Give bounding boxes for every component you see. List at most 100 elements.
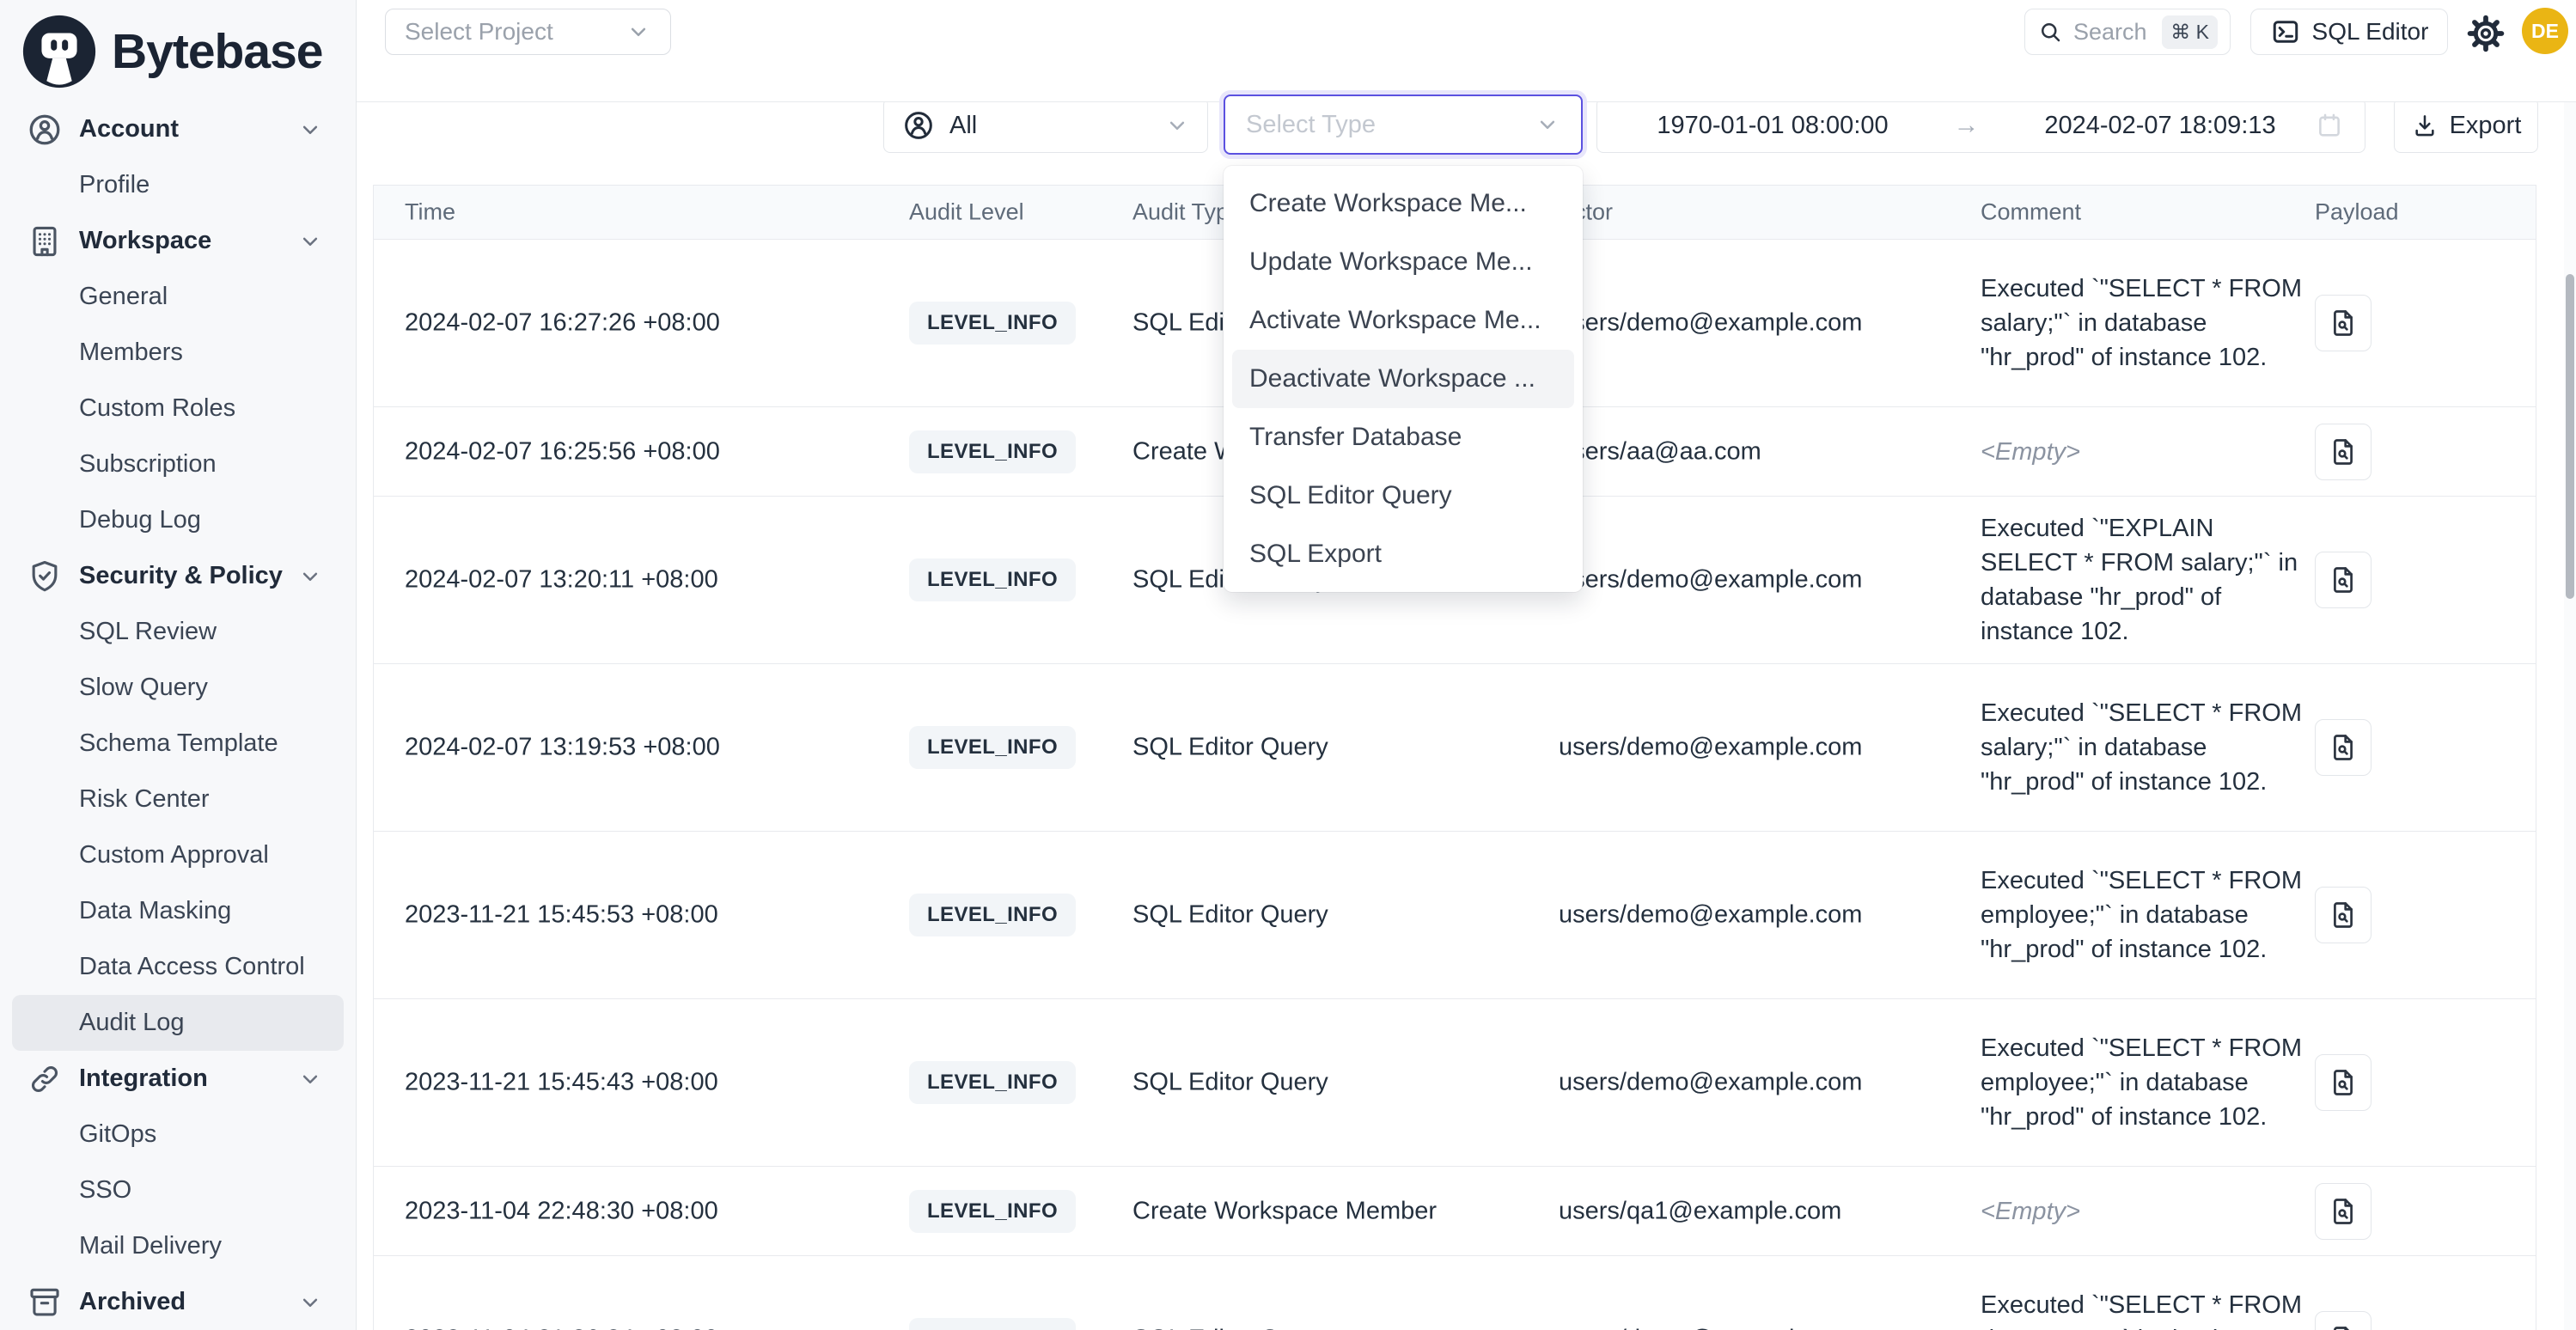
sidebar-item-general[interactable]: General [0,269,356,325]
sidebar-item-label: Debug Log [79,506,201,534]
view-payload-button[interactable] [2315,1311,2372,1330]
table-row: 2023-11-04 21:26:34 +08:00LEVEL_INFOSQL … [374,1256,2536,1330]
type-menu-item-deactivate-workspace[interactable]: Deactivate Workspace ... [1232,350,1574,408]
sidebar-item-slow-query[interactable]: Slow Query [0,660,356,716]
type-menu-item-create-workspace-me[interactable]: Create Workspace Me... [1232,174,1574,233]
download-icon [2411,112,2439,139]
cell-comment: Executed `"SELECT * FROM salary;"` in da… [1981,696,2311,799]
cell-audit-level: LEVEL_INFO [909,726,1115,769]
building-icon [26,223,64,260]
type-filter-select[interactable]: Select Type [1224,95,1583,155]
audit-level-badge: LEVEL_INFO [909,302,1076,345]
cell-actor: users/aa@aa.com [1559,437,1963,466]
cell-audit-level: LEVEL_INFO [909,430,1115,473]
sidebar-item-schema-template[interactable]: Schema Template [0,716,356,772]
sidebar-item-members[interactable]: Members [0,325,356,381]
vertical-scrollbar-thumb[interactable] [2566,274,2574,599]
sidebar-item-mail-delivery[interactable]: Mail Delivery [0,1218,356,1274]
view-payload-button[interactable] [2315,887,2372,943]
chevron-down-icon [297,564,323,589]
sidebar-item-integration[interactable]: Integration [0,1051,356,1107]
cell-audit-level: LEVEL_INFO [909,558,1115,601]
cell-time: 2024-02-07 16:25:56 +08:00 [405,437,869,466]
sidebar-item-data-access-control[interactable]: Data Access Control [0,939,356,995]
type-menu-item-transfer-database[interactable]: Transfer Database [1232,408,1574,467]
user-avatar[interactable]: DE [2522,8,2568,54]
sidebar-item-archived[interactable]: Archived [0,1274,356,1330]
sidebar-item-label: Data Masking [79,897,231,925]
view-payload-button[interactable] [2315,1054,2372,1111]
search-input[interactable]: Search ⌘ K [2024,9,2231,55]
sidebar-item-risk-center[interactable]: Risk Center [0,772,356,827]
view-payload-button[interactable] [2315,1183,2372,1240]
cell-actor: users/demo@example.com [1559,1069,1963,1097]
date-from-value[interactable]: 1970-01-01 08:00:00 [1618,112,1927,140]
topbar: Select Project Search ⌘ K SQL Editor DE [357,0,2576,102]
sidebar-item-sql-review[interactable]: SQL Review [0,604,356,660]
sidebar-item-label: Data Access Control [79,953,305,981]
sidebar-item-profile[interactable]: Profile [0,157,356,213]
type-menu-item-sql-editor-query[interactable]: SQL Editor Query [1232,467,1574,525]
type-menu-item-activate-workspace-me[interactable]: Activate Workspace Me... [1232,291,1574,350]
bytebase-logo[interactable]: Bytebase [19,10,322,93]
sidebar: Bytebase AccountProfileWorkspaceGeneralM… [0,0,357,1330]
date-range-picker[interactable]: 1970-01-01 08:00:00 → 2024-02-07 18:09:1… [1596,98,2365,153]
sidebar-item-label: Archived [79,1288,186,1316]
type-menu-item-update-workspace-me[interactable]: Update Workspace Me... [1232,233,1574,291]
sidebar-item-label: Integration [79,1065,208,1093]
chevron-down-icon [297,1066,323,1092]
search-shortcut-kbd: ⌘ K [2162,15,2218,49]
sidebar-item-label: Risk Center [79,785,210,814]
sql-editor-label: SQL Editor [2312,18,2429,46]
sidebar-item-security-policy[interactable]: Security & Policy [0,548,356,604]
date-to-value[interactable]: 2024-02-07 18:09:13 [2005,112,2315,140]
sidebar-item-label: Profile [79,171,150,199]
sidebar-item-data-masking[interactable]: Data Masking [0,883,356,939]
file-search-icon [2328,900,2359,930]
cell-payload [2315,1311,2435,1330]
sidebar-item-label: SQL Review [79,618,217,646]
sidebar-item-gitops[interactable]: GitOps [0,1107,356,1162]
file-search-icon [2328,564,2359,595]
audit-level-badge: LEVEL_INFO [909,1190,1076,1233]
settings-gear-icon[interactable] [2466,14,2506,53]
view-payload-button[interactable] [2315,295,2372,351]
view-payload-button[interactable] [2315,719,2372,776]
sidebar-item-audit-log[interactable]: Audit Log [12,995,344,1051]
sidebar-item-subscription[interactable]: Subscription [0,436,356,492]
project-select[interactable]: Select Project [385,9,671,55]
export-button[interactable]: Export [2394,98,2538,153]
cell-actor: users/demo@example.com [1559,309,1963,338]
sidebar-item-sso[interactable]: SSO [0,1162,356,1218]
view-payload-button[interactable] [2315,552,2372,608]
audit-level-badge: LEVEL_INFO [909,1061,1076,1104]
audit-level-badge: LEVEL_INFO [909,558,1076,601]
brand-name: Bytebase [112,23,322,80]
sidebar-item-workspace[interactable]: Workspace [0,213,356,269]
empty-comment-label: <Empty> [1981,438,2080,466]
cell-comment: Executed `"EXPLAIN SELECT * FROM salary;… [1981,511,2311,649]
type-filter-placeholder: Select Type [1246,111,1376,139]
sidebar-item-label: Custom Approval [79,841,269,869]
actor-filter-value: All [949,112,977,140]
sidebar-item-custom-approval[interactable]: Custom Approval [0,827,356,883]
table-row: 2024-02-07 13:19:53 +08:00LEVEL_INFOSQL … [374,664,2536,832]
link-icon [26,1060,64,1098]
view-payload-button[interactable] [2315,424,2372,480]
cell-audit-level: LEVEL_INFO [909,894,1115,936]
table-row: 2023-11-21 15:45:53 +08:00LEVEL_INFOSQL … [374,832,2536,999]
vertical-scrollbar-track[interactable] [2564,102,2576,1330]
sidebar-item-account[interactable]: Account [0,101,356,157]
sidebar-item-custom-roles[interactable]: Custom Roles [0,381,356,436]
type-menu-item-sql-export[interactable]: SQL Export [1232,525,1574,583]
column-header-comment: Comment [1981,199,2311,226]
column-header-payload: Payload [2315,199,2435,226]
file-search-icon [2328,436,2359,467]
sql-editor-button[interactable]: SQL Editor [2250,9,2448,55]
cell-actor: users/qa1@example.com [1559,1197,1963,1225]
actor-filter-select[interactable]: All [883,98,1208,153]
cell-audit-level: LEVEL_INFO [909,302,1115,345]
sidebar-item-debug-log[interactable]: Debug Log [0,492,356,548]
cell-comment: Executed `"SELECT * FROM employee;"` in … [1981,1031,2311,1134]
chevron-down-icon [297,229,323,254]
